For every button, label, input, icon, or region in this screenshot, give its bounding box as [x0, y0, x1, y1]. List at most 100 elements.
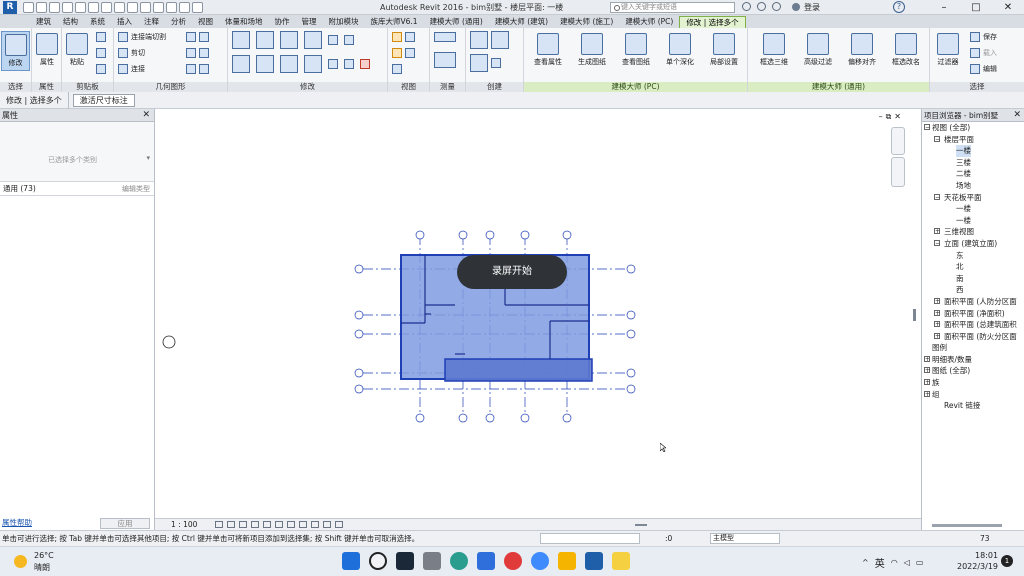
tree-item-level-3[interactable]: 三楼 [922, 157, 1024, 169]
tree-item-area-civil[interactable]: + 面积平面 (人防分区面 [922, 296, 1024, 308]
tab-modeling-general[interactable]: 建模大师 (通用) [424, 16, 489, 28]
horizontal-scrollbar[interactable] [635, 524, 647, 526]
tree-item-sheets[interactable]: + 图纸 (全部) [922, 365, 1024, 377]
grid-bubble[interactable] [626, 368, 636, 378]
load-selection-button[interactable]: 载入 [970, 48, 997, 58]
pencil-icon[interactable] [392, 48, 402, 58]
steam-icon[interactable] [396, 552, 414, 570]
3d-view-icon[interactable] [127, 1, 138, 13]
tree-item-west[interactable]: 西 [922, 284, 1024, 296]
grid-bubble[interactable] [626, 384, 636, 394]
tree-item-ceiling-2[interactable]: 一楼 [922, 215, 1024, 227]
tree-item-north[interactable]: 北 [922, 261, 1024, 273]
tree-item-families[interactable]: + 族 [922, 377, 1024, 389]
search-icon[interactable] [369, 552, 387, 570]
input-method[interactable]: 英 [875, 555, 885, 570]
split-face-icon[interactable] [199, 32, 209, 42]
remove-paint-icon[interactable] [186, 64, 196, 74]
browser-close-icon[interactable]: ✕ [1013, 109, 1021, 121]
local-settings-button[interactable]: 局部设置 [704, 31, 744, 71]
chevron-down-icon[interactable]: ▾ [146, 154, 150, 162]
grid-bubble[interactable] [520, 230, 530, 240]
grid-bubble[interactable] [626, 310, 636, 320]
pick-icon[interactable] [199, 64, 209, 74]
tab-addins[interactable]: 附加模块 [323, 16, 365, 28]
grid-bubble[interactable] [354, 368, 364, 378]
trim-icon[interactable] [304, 55, 322, 73]
grid-bubble[interactable] [415, 230, 425, 240]
tree-item-groups[interactable]: + 组 [922, 389, 1024, 401]
file-explorer-icon[interactable] [423, 552, 441, 570]
sun-icon[interactable] [14, 555, 27, 568]
single-detail-button[interactable]: 单个深化 [660, 31, 700, 71]
grid-bubble[interactable] [485, 230, 495, 240]
analytical-model-icon[interactable] [323, 521, 331, 528]
paint-icon[interactable] [186, 48, 196, 58]
communication-icon[interactable] [757, 2, 766, 11]
wall-joins-icon[interactable] [186, 32, 196, 42]
tab-insert[interactable]: 插入 [111, 16, 138, 28]
mirror-axis-icon[interactable] [280, 31, 298, 49]
properties-close-icon[interactable]: ✕ [142, 109, 150, 122]
volume-icon[interactable]: ◁ [904, 558, 910, 567]
advanced-filter-button[interactable]: 高级过滤 [798, 31, 838, 71]
measure-between-icon[interactable] [434, 32, 456, 42]
grid-bubble[interactable] [415, 413, 425, 423]
split-gap-icon[interactable] [344, 35, 354, 45]
tree-item-views[interactable]: − 视图 (全部) [922, 122, 1024, 134]
expander-icon[interactable]: − [934, 135, 940, 142]
reveal-hidden-icon[interactable] [311, 521, 319, 528]
expander-icon[interactable]: + [934, 228, 940, 235]
tree-item-site[interactable]: 场地 [922, 180, 1024, 192]
tab-modeling-construction[interactable]: 建模大师 (施工) [554, 16, 619, 28]
expander-icon[interactable]: − [924, 124, 930, 131]
expander-icon[interactable]: + [934, 321, 940, 328]
delete-icon[interactable] [360, 59, 370, 69]
show-crop-icon[interactable] [275, 521, 283, 528]
hide-icon[interactable] [392, 64, 402, 74]
box-3d-button[interactable]: 框选三维 [754, 31, 794, 71]
close-button[interactable]: ✕ [992, 0, 1024, 15]
minimize-button[interactable]: – [928, 0, 960, 15]
tree-item-revit-links[interactable]: Revit 链接 [922, 400, 1024, 412]
mirror-draw-icon[interactable] [304, 31, 322, 49]
move-icon[interactable] [232, 55, 250, 73]
create-group-icon[interactable] [470, 31, 488, 49]
tree-item-level-2[interactable]: 二楼 [922, 168, 1024, 180]
filter-button[interactable]: 过滤器 [932, 31, 964, 71]
tab-architecture[interactable]: 建筑 [30, 16, 57, 28]
tab-view[interactable]: 视图 [192, 16, 219, 28]
grid-bubble[interactable] [354, 264, 364, 274]
tree-item-elevations[interactable]: − 立面 (建筑立面) [922, 238, 1024, 250]
box-rename-button[interactable]: 框选改名 [886, 31, 926, 71]
properties-button[interactable]: 属性 [33, 31, 61, 71]
undo-icon[interactable] [49, 1, 60, 13]
tree-item-area-gross[interactable]: + 面积平面 (总建筑面积 [922, 319, 1024, 331]
cut-geometry-button[interactable]: 剪切 [118, 48, 145, 58]
align-icon[interactable] [232, 31, 250, 49]
text-icon[interactable] [114, 1, 125, 13]
tab-systems[interactable]: 系统 [84, 16, 111, 28]
tree-item-ceiling-1[interactable]: 一楼 [922, 203, 1024, 215]
expander-icon[interactable]: + [934, 297, 940, 304]
highlight-displacement-icon[interactable] [335, 521, 343, 528]
tab-analyze[interactable]: 分析 [165, 16, 192, 28]
grid-bubble[interactable] [458, 413, 468, 423]
weixin-icon[interactable] [558, 552, 576, 570]
worksets-dropdown[interactable] [540, 533, 640, 544]
tree-item-schedules[interactable]: + 明细表/数量 [922, 354, 1024, 366]
rotate-icon[interactable] [280, 55, 298, 73]
expander-icon[interactable]: − [934, 193, 940, 200]
demolish-icon[interactable] [199, 48, 209, 58]
redo-icon[interactable] [62, 1, 73, 13]
netease-icon[interactable] [504, 552, 522, 570]
tree-item-area-fire[interactable]: + 面积平面 (防火分区面 [922, 331, 1024, 343]
grid-bubble[interactable] [485, 413, 495, 423]
tree-item-level-1[interactable]: 一楼 [922, 145, 1024, 157]
tab-manage[interactable]: 管理 [296, 16, 323, 28]
expander-icon[interactable]: + [924, 367, 930, 374]
tree-item-legends[interactable]: 图例 [922, 342, 1024, 354]
activate-dimensions-button[interactable]: 激活尺寸标注 [72, 93, 135, 107]
help-search-input[interactable]: 键入关键字或短语 [610, 2, 735, 13]
grid-bubble[interactable] [562, 230, 572, 240]
